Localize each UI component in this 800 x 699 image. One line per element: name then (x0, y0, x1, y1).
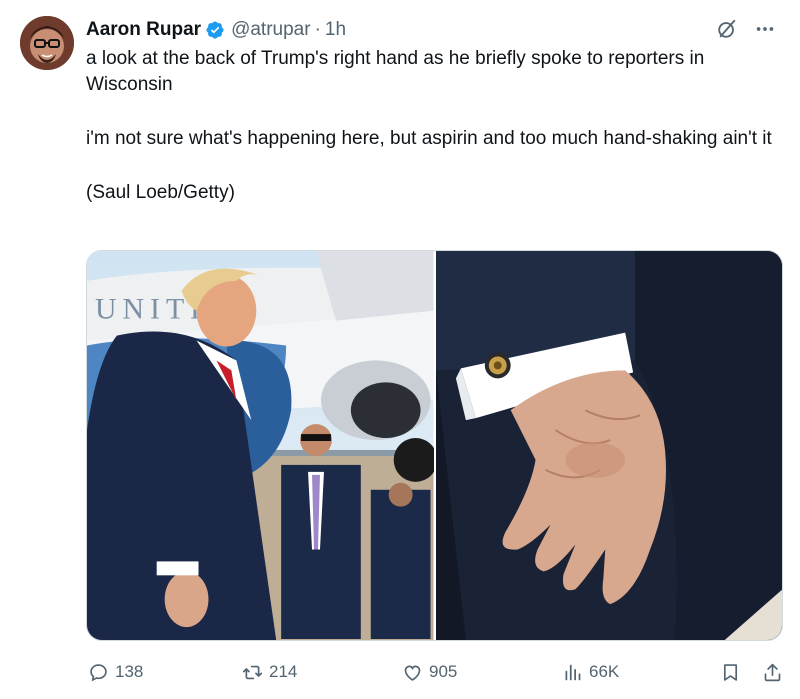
share-button[interactable] (762, 662, 783, 683)
display-name[interactable]: Aaron Rupar (86, 19, 201, 41)
repost-icon (242, 665, 263, 679)
reply-icon (90, 663, 107, 681)
repost-button[interactable]: 214 (242, 662, 297, 683)
views-icon (565, 664, 581, 680)
timestamp[interactable]: 1h (325, 19, 346, 41)
like-button[interactable]: 905 (402, 662, 457, 683)
like-count: 905 (429, 662, 458, 681)
views-button[interactable]: 66K (562, 662, 619, 683)
photo-right[interactable] (435, 251, 782, 640)
more-icon[interactable] (754, 18, 776, 40)
verified-badge-icon[interactable] (205, 20, 225, 40)
photo-left[interactable]: UNITED (87, 251, 434, 640)
avatar[interactable] (20, 16, 74, 70)
tweet-paragraph: (Saul Loeb/Getty) (86, 182, 235, 203)
media-grid: UNITED (86, 250, 783, 641)
repost-count: 214 (269, 662, 298, 681)
share-icon (764, 663, 781, 681)
action-bar: 138 214 905 66K (80, 656, 792, 688)
tweet-header: Aaron Rupar @atrupar · 1h (86, 18, 346, 42)
views-count: 66K (589, 662, 620, 681)
handle[interactable]: @atrupar (231, 19, 311, 41)
separator-dot: · (314, 19, 321, 40)
grok-icon[interactable] (716, 18, 738, 40)
reply-button[interactable]: 138 (88, 662, 143, 683)
tweet-paragraph: i'm not sure what's happening here, but … (86, 128, 772, 149)
tweet-text: a look at the back of Trump's right hand… (86, 46, 786, 206)
bookmark-icon (723, 663, 738, 681)
tweet-paragraph: a look at the back of Trump's right hand… (86, 48, 710, 95)
reply-count: 138 (115, 662, 144, 681)
bookmark-button[interactable] (720, 662, 741, 683)
like-icon (404, 665, 421, 681)
top-actions (716, 18, 776, 40)
